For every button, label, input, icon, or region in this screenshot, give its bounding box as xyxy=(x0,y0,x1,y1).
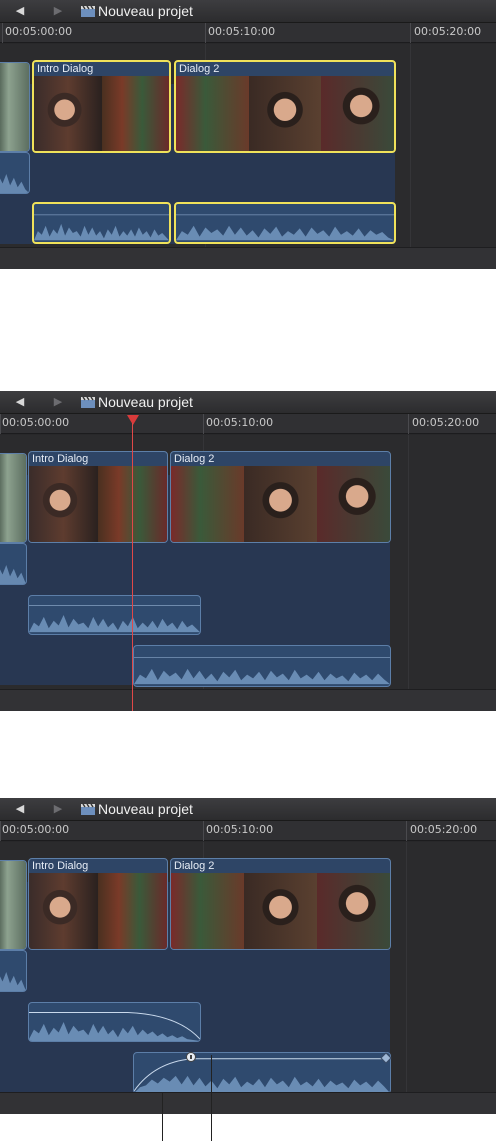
timeline-panel-selected-clips: ◀ ▶ Nouveau projet 00:05:00:00 00:05:10:… xyxy=(0,0,496,269)
clip-dialog-2[interactable]: Dialog 2 xyxy=(170,451,391,543)
audio-intro-dialog[interactable] xyxy=(28,1002,201,1042)
timecode-ruler[interactable]: 00:05:00:00 00:05:10:00 00:05:20:00 xyxy=(0,821,496,841)
clip-dialog-2[interactable]: Dialog 2 xyxy=(170,858,391,950)
back-button[interactable]: ◀ xyxy=(8,395,32,410)
audio-dialog-2[interactable] xyxy=(174,202,396,244)
forward-button[interactable]: ▶ xyxy=(46,4,70,19)
clapperboard-icon xyxy=(81,5,95,17)
callout-line xyxy=(211,1055,212,1141)
forward-button[interactable]: ▶ xyxy=(46,395,70,410)
clapperboard-icon xyxy=(81,803,95,815)
timecode-ruler[interactable]: 00:05:00:00 00:05:10:00 00:05:20:00 xyxy=(0,23,496,43)
ruler-tick: 00:05:20:00 xyxy=(414,25,482,38)
clip-intro-dialog[interactable]: Intro Dialog xyxy=(28,858,168,950)
ruler-tick: 00:05:20:00 xyxy=(412,416,480,429)
previous-clip[interactable] xyxy=(0,860,27,950)
timeline-scroll-bar[interactable] xyxy=(0,689,496,711)
audio-dialog-2[interactable] xyxy=(133,645,391,687)
ruler-tick: 00:05:10:00 xyxy=(208,25,276,38)
timeline-area[interactable]: Intro Dialog Dialog 2 xyxy=(0,842,496,1114)
clip-name: Dialog 2 xyxy=(174,453,215,465)
back-button[interactable]: ◀ xyxy=(8,802,32,817)
ruler-tick: 00:05:00:00 xyxy=(5,25,73,38)
timeline-area[interactable]: Intro Dialog Dialog 2 xyxy=(0,44,496,269)
back-button[interactable]: ◀ xyxy=(8,4,32,19)
playhead[interactable] xyxy=(132,423,133,711)
project-title: Nouveau projet xyxy=(98,801,193,817)
clip-dialog-2[interactable]: Dialog 2 xyxy=(174,60,396,153)
timeline-scroll-bar[interactable] xyxy=(0,247,496,269)
timeline-panel-split-edit: ◀ ▶ Nouveau projet 00:05:00:00 00:05:10:… xyxy=(0,391,496,711)
ruler-tick: 00:05:00:00 xyxy=(2,416,70,429)
project-title: Nouveau projet xyxy=(98,3,193,19)
previous-clip[interactable] xyxy=(0,62,30,152)
ruler-tick: 00:05:10:00 xyxy=(206,416,274,429)
audio-dialog-2[interactable] xyxy=(133,1052,391,1094)
fade-out-handle-icon[interactable] xyxy=(380,1052,392,1064)
clapperboard-icon xyxy=(81,396,95,408)
audio-intro-dialog[interactable] xyxy=(28,595,201,635)
previous-clip-audio[interactable] xyxy=(0,152,30,194)
clip-name: Intro Dialog xyxy=(32,453,89,465)
timeline-toolbar: ◀ ▶ Nouveau projet xyxy=(0,391,496,414)
ruler-tick: 00:05:00:00 xyxy=(2,823,70,836)
timeline-toolbar: ◀ ▶ Nouveau projet xyxy=(0,798,496,821)
clip-name: Dialog 2 xyxy=(179,63,220,75)
previous-clip-audio[interactable] xyxy=(0,950,27,992)
clip-name: Intro Dialog xyxy=(32,860,89,872)
timeline-toolbar: ◀ ▶ Nouveau projet xyxy=(0,0,496,23)
callout-line xyxy=(162,1093,163,1141)
forward-button[interactable]: ▶ xyxy=(46,802,70,817)
clip-intro-dialog[interactable]: Intro Dialog xyxy=(32,60,171,153)
playhead-handle[interactable] xyxy=(127,415,139,425)
clip-name: Intro Dialog xyxy=(37,63,94,75)
project-title: Nouveau projet xyxy=(98,394,193,410)
timeline-scroll-bar[interactable] xyxy=(0,1092,496,1114)
ruler-tick: 00:05:20:00 xyxy=(410,823,478,836)
ruler-tick: 00:05:10:00 xyxy=(206,823,274,836)
timeline-area[interactable]: Intro Dialog Dialog 2 xyxy=(0,435,496,711)
previous-clip[interactable] xyxy=(0,453,27,543)
audio-intro-dialog[interactable] xyxy=(32,202,171,244)
clip-intro-dialog[interactable]: Intro Dialog xyxy=(28,451,168,543)
timecode-ruler[interactable]: 00:05:00:00 00:05:10:00 00:05:20:00 xyxy=(0,414,496,434)
fade-in-handle-icon[interactable] xyxy=(184,1050,198,1064)
clip-name: Dialog 2 xyxy=(174,860,215,872)
timeline-panel-audio-fades: ◀ ▶ Nouveau projet 00:05:00:00 00:05:10:… xyxy=(0,798,496,1114)
previous-clip-audio[interactable] xyxy=(0,543,27,585)
